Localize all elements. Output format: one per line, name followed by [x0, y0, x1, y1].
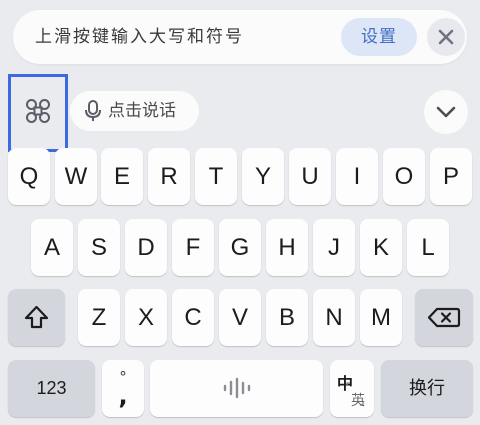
key-i[interactable]: I: [336, 148, 378, 205]
key-o[interactable]: O: [383, 148, 425, 205]
delete-key[interactable]: [415, 289, 473, 346]
voice-input-label: 点击说话: [108, 101, 176, 121]
key-b[interactable]: B: [266, 289, 308, 346]
collapse-keyboard-button[interactable]: [424, 90, 468, 134]
key-s[interactable]: S: [78, 219, 120, 276]
punct-primary-symbol: ,: [118, 382, 128, 410]
backspace-icon: [427, 307, 461, 328]
key-t[interactable]: T: [195, 148, 237, 205]
shift-key[interactable]: [8, 289, 65, 346]
key-d[interactable]: D: [125, 219, 167, 276]
close-icon: [438, 29, 454, 45]
key-r[interactable]: R: [148, 148, 190, 205]
hint-bar: 上滑按键输入大写和符号 设置: [13, 10, 467, 64]
key-e[interactable]: E: [101, 148, 143, 205]
key-a[interactable]: A: [31, 219, 73, 276]
key-q[interactable]: Q: [8, 148, 50, 205]
shift-arrow-icon: [24, 305, 49, 329]
key-j[interactable]: J: [313, 219, 355, 276]
key-f[interactable]: F: [172, 219, 214, 276]
key-g[interactable]: G: [219, 219, 261, 276]
key-n[interactable]: N: [313, 289, 355, 346]
key-z[interactable]: Z: [78, 289, 120, 346]
enter-key[interactable]: 换行: [381, 360, 473, 417]
voice-wave-icon: [223, 377, 251, 399]
space-key[interactable]: [150, 360, 323, 417]
settings-button[interactable]: 设置: [341, 18, 417, 56]
toolbar-menu-button[interactable]: [8, 74, 68, 152]
key-w[interactable]: W: [55, 148, 97, 205]
hint-text: 上滑按键输入大写和符号: [35, 27, 244, 47]
key-m[interactable]: M: [360, 289, 402, 346]
voice-input-button[interactable]: 点击说话: [70, 91, 199, 131]
key-x[interactable]: X: [125, 289, 167, 346]
microphone-icon: [85, 100, 101, 121]
lang-secondary-label: 英: [351, 393, 365, 409]
key-c[interactable]: C: [172, 289, 214, 346]
number-mode-key[interactable]: 123: [8, 360, 95, 417]
key-h[interactable]: H: [266, 219, 308, 276]
key-y[interactable]: Y: [242, 148, 284, 205]
close-button[interactable]: [427, 18, 465, 56]
key-p[interactable]: P: [430, 148, 472, 205]
key-v[interactable]: V: [219, 289, 261, 346]
command-grid-icon: [26, 99, 50, 123]
punctuation-key[interactable]: ° ,: [102, 360, 144, 417]
key-k[interactable]: K: [360, 219, 402, 276]
key-l[interactable]: L: [407, 219, 449, 276]
chevron-down-icon: [436, 106, 456, 118]
language-switch-key[interactable]: 中 英: [330, 360, 374, 417]
key-u[interactable]: U: [289, 148, 331, 205]
